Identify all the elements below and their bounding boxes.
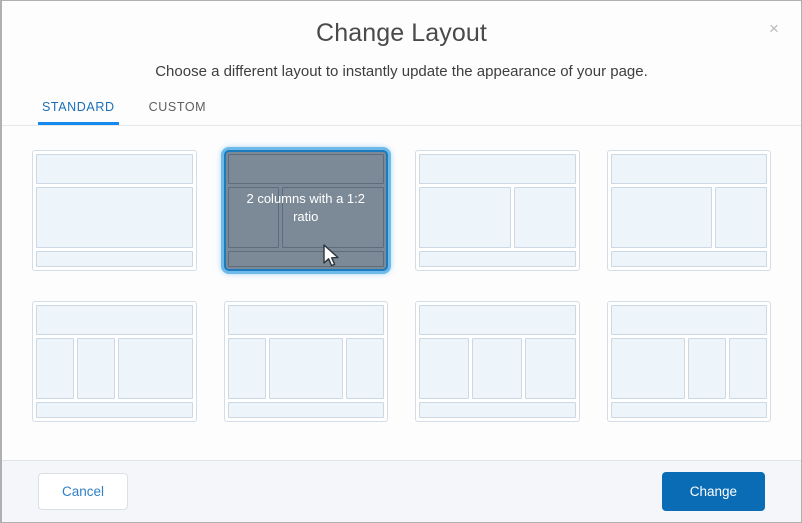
- layout-region-footer: [227, 402, 384, 418]
- layout-region-row: [36, 187, 193, 248]
- layout-region-column-2: [715, 187, 767, 248]
- layout-option-1[interactable]: [32, 150, 197, 271]
- layout-region-row: [227, 187, 384, 248]
- layout-region-row: [419, 187, 576, 248]
- layout-option-3[interactable]: [415, 150, 580, 271]
- change-layout-dialog: Change Layout Choose a different layout …: [0, 0, 802, 523]
- layout-region-header: [36, 154, 193, 184]
- layout-region-footer: [419, 251, 576, 267]
- layout-region-row: [419, 338, 576, 399]
- layout-region-column-1: [610, 338, 685, 399]
- layout-option-5[interactable]: [32, 301, 197, 422]
- layout-region-row: [610, 187, 767, 248]
- layout-region-footer: [36, 402, 193, 418]
- tab-list: STANDARD CUSTOM: [2, 100, 801, 126]
- layout-region-column-3: [728, 338, 767, 399]
- layout-region-header: [610, 154, 767, 184]
- layout-region-header: [419, 154, 576, 184]
- layout-region-footer: [36, 251, 193, 267]
- change-button[interactable]: Change: [661, 471, 765, 512]
- dialog-header: Change Layout Choose a different layout …: [2, 1, 801, 80]
- layout-region-column-3: [345, 338, 384, 399]
- layout-region-header: [419, 305, 576, 335]
- layout-region-header: [227, 305, 384, 335]
- layout-region-footer: [610, 251, 767, 267]
- layout-region-row: [227, 338, 384, 399]
- layout-region-column-2: [268, 338, 343, 399]
- layout-gallery: 2 columns with a 1:2 ratio: [2, 126, 801, 460]
- layout-grid: 2 columns with a 1:2 ratio: [32, 150, 771, 422]
- layout-option-2[interactable]: 2 columns with a 1:2 ratio: [223, 150, 388, 271]
- tab-custom[interactable]: CUSTOM: [145, 100, 211, 125]
- layout-option-8[interactable]: [606, 301, 771, 422]
- layout-region-column-2: [77, 338, 116, 399]
- layout-region-column-1: [227, 187, 280, 248]
- layout-region-header: [610, 305, 767, 335]
- layout-region-column-1: [610, 187, 713, 248]
- layout-region-column-2: [472, 338, 523, 399]
- layout-region-header: [227, 154, 384, 184]
- layout-region-footer: [227, 251, 384, 267]
- layout-region-row: [36, 338, 193, 399]
- layout-option-6[interactable]: [223, 301, 388, 422]
- layout-region-footer: [419, 402, 576, 418]
- page-title: Change Layout: [316, 19, 487, 47]
- layout-region-header: [36, 305, 193, 335]
- layout-region-column-1: [419, 187, 511, 248]
- layout-region-footer: [610, 402, 767, 418]
- tab-standard[interactable]: STANDARD: [38, 100, 119, 125]
- layout-region-column-1: [419, 338, 470, 399]
- layout-region-column-2: [687, 338, 726, 399]
- layout-option-7[interactable]: [415, 301, 580, 422]
- close-icon[interactable]: ×: [761, 15, 787, 41]
- layout-region-column-3: [525, 338, 576, 399]
- dialog-footer: Cancel Change: [2, 460, 801, 522]
- dialog-subtitle: Choose a different layout to instantly u…: [155, 63, 648, 80]
- layout-region-column-2: [282, 187, 384, 248]
- layout-region-column-3: [118, 338, 193, 399]
- layout-region-column-2: [513, 187, 576, 248]
- cancel-button[interactable]: Cancel: [38, 472, 129, 511]
- layout-region-column-1: [227, 338, 266, 399]
- layout-region-column-1: [36, 187, 193, 248]
- layout-region-column-1: [36, 338, 75, 399]
- layout-option-4[interactable]: [606, 150, 771, 271]
- layout-region-row: [610, 338, 767, 399]
